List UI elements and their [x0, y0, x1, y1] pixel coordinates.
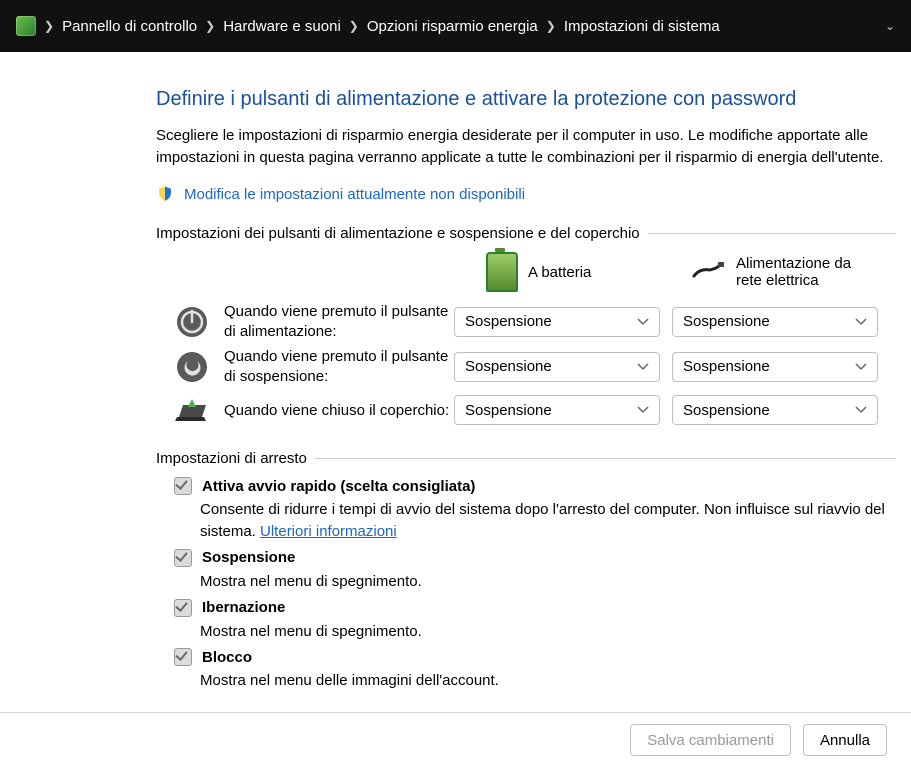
lid-close-ac-select[interactable]: Sospensione [672, 395, 878, 425]
footer: Salva cambiamenti Annulla [0, 712, 911, 767]
hibernate-checkbox[interactable] [174, 599, 192, 617]
control-panel-icon [16, 16, 36, 36]
change-unavailable-settings-link[interactable]: Modifica le impostazioni attualmente non… [184, 186, 525, 203]
lock-checkbox[interactable] [174, 648, 192, 666]
breadcrumb-item[interactable]: Opzioni risparmio energia [367, 18, 538, 35]
breadcrumb: ❯ Pannello di controllo ❯ Hardware e suo… [0, 0, 911, 52]
breadcrumb-item[interactable]: Impostazioni di sistema [564, 18, 720, 35]
lock-desc: Mostra nel menu delle immagini dell'acco… [200, 670, 896, 692]
fast-startup-checkbox[interactable] [174, 477, 192, 495]
power-button-ac-select[interactable]: Sospensione [672, 307, 878, 337]
breadcrumb-item[interactable]: Hardware e suoni [223, 18, 341, 35]
sleep-checkbox[interactable] [174, 549, 192, 567]
sleep-desc: Mostra nel menu di spegnimento. [200, 571, 896, 593]
lock-title: Blocco [202, 649, 252, 666]
chevron-right-icon: ❯ [546, 19, 556, 33]
fast-startup-title: Attiva avvio rapido (scelta consigliata) [202, 478, 475, 495]
sleep-icon [174, 349, 210, 385]
fast-startup-desc: Consente di ridurre i tempi di avvio del… [200, 499, 896, 543]
sleep-button-row: Quando viene premuto il pulsante di sosp… [174, 347, 896, 386]
ac-column-header: Alimentazione da rete elettrica [692, 255, 862, 289]
cancel-button[interactable]: Annulla [803, 724, 887, 756]
battery-column-header: A batteria [486, 252, 656, 292]
lid-close-battery-select[interactable]: Sospensione [454, 395, 660, 425]
save-button[interactable]: Salva cambiamenti [630, 724, 791, 756]
page-title: Definire i pulsanti di alimentazione e a… [156, 88, 896, 111]
power-button-battery-select[interactable]: Sospensione [454, 307, 660, 337]
group-shutdown-legend: Impostazioni di arresto [156, 450, 896, 467]
chevron-down-icon[interactable]: ⌄ [885, 19, 895, 33]
sleep-button-label: Quando viene premuto il pulsante di sosp… [224, 347, 454, 386]
content-area: Definire i pulsanti di alimentazione e a… [0, 52, 911, 712]
fast-startup-item: Attiva avvio rapido (scelta consigliata)… [174, 477, 896, 543]
chevron-right-icon: ❯ [44, 19, 54, 33]
power-button-row: Quando viene premuto il pulsante di alim… [174, 302, 896, 341]
lock-item: Blocco Mostra nel menu delle immagini de… [174, 648, 896, 692]
shield-icon [156, 185, 174, 203]
chevron-right-icon: ❯ [349, 19, 359, 33]
power-button-label: Quando viene premuto il pulsante di alim… [224, 302, 454, 341]
sleep-title: Sospensione [202, 549, 295, 566]
page-description: Scegliere le impostazioni di risparmio e… [156, 125, 896, 169]
sleep-item: Sospensione Mostra nel menu di spegnimen… [174, 549, 896, 593]
battery-icon [486, 252, 518, 292]
power-icon [174, 304, 210, 340]
laptop-lid-icon [174, 392, 210, 428]
shutdown-settings-list: Attiva avvio rapido (scelta consigliata)… [174, 477, 896, 692]
group-buttons-legend: Impostazioni dei pulsanti di alimentazio… [156, 225, 896, 242]
hibernate-title: Ibernazione [202, 599, 285, 616]
hibernate-desc: Mostra nel menu di spegnimento. [200, 621, 896, 643]
lid-close-row: Quando viene chiuso il coperchio: Sospen… [174, 392, 896, 428]
sleep-button-battery-select[interactable]: Sospensione [454, 352, 660, 382]
admin-link-row: Modifica le impostazioni attualmente non… [156, 185, 896, 203]
chevron-right-icon: ❯ [205, 19, 215, 33]
column-headers: A batteria Alimentazione da rete elettri… [486, 252, 896, 292]
hibernate-item: Ibernazione Mostra nel menu di spegnimen… [174, 599, 896, 643]
more-info-link[interactable]: Ulteriori informazioni [260, 523, 397, 540]
breadcrumb-item[interactable]: Pannello di controllo [62, 18, 197, 35]
lid-close-label: Quando viene chiuso il coperchio: [224, 401, 454, 421]
sleep-button-ac-select[interactable]: Sospensione [672, 352, 878, 382]
plug-icon [692, 262, 726, 282]
